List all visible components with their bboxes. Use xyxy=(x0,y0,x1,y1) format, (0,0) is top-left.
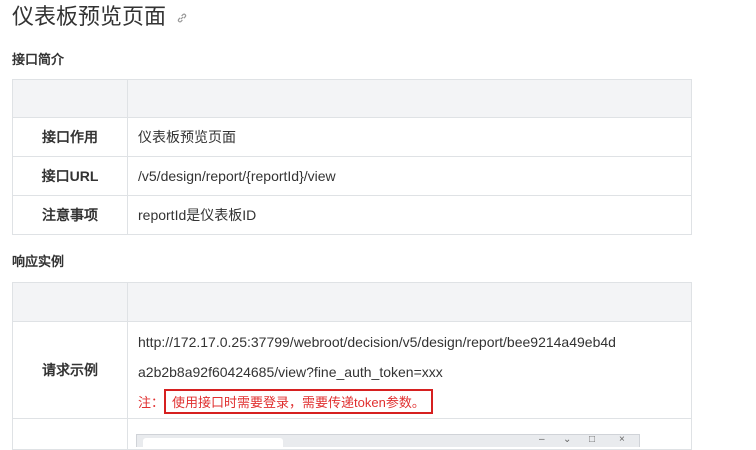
table-row: 接口作用 仪表板预览页面 xyxy=(12,117,692,157)
response-table: 请求示例 http://172.17.0.25:37799/webroot/de… xyxy=(12,282,692,450)
table-row: 接口URL /v5/design/report/{reportId}/view xyxy=(12,156,692,196)
table-header-row xyxy=(12,79,692,118)
embedded-browser-screenshot: – ⌄ □ × xyxy=(136,434,640,447)
request-url-line-2: a2b2b8a92f60424685/view?fine_auth_token=… xyxy=(138,363,443,380)
request-url-line-1: http://172.17.0.25:37799/webroot/decisio… xyxy=(138,333,616,350)
request-example-value: http://172.17.0.25:37799/webroot/decisio… xyxy=(127,321,692,419)
row-key: 注意事项 xyxy=(12,195,128,235)
browser-tab xyxy=(143,438,283,447)
maximize-icon: □ xyxy=(589,434,596,445)
intro-heading: 接口简介 xyxy=(12,52,65,67)
restore-icon: ⌄ xyxy=(563,434,572,445)
row-value: /v5/design/report/{reportId}/view xyxy=(127,156,692,196)
row-value: reportId是仪表板ID xyxy=(127,195,692,235)
table-row: 注意事项 reportId是仪表板ID xyxy=(12,195,692,235)
note-highlight-box: 使用接口时需要登录，需要传递token参数。 xyxy=(164,388,433,414)
close-icon: × xyxy=(619,434,625,445)
header-cell-key xyxy=(12,79,128,118)
row-key: 接口URL xyxy=(12,156,128,196)
intro-table: 接口作用 仪表板预览页面 接口URL /v5/design/report/{re… xyxy=(12,79,692,235)
header-cell-value xyxy=(127,79,692,118)
table-header-row xyxy=(12,282,692,322)
page-title: 仪表板预览页面 xyxy=(12,4,167,29)
response-heading: 响应实例 xyxy=(12,254,65,269)
table-row: 请求示例 http://172.17.0.25:37799/webroot/de… xyxy=(12,321,692,419)
login-note: 注： 使用接口时需要登录，需要传递token参数。 xyxy=(138,388,433,414)
row-key xyxy=(12,418,128,450)
note-prefix: 注： xyxy=(138,394,165,410)
header-cell-key xyxy=(12,282,128,322)
minimize-icon: – xyxy=(539,434,545,445)
link-icon[interactable] xyxy=(176,12,188,24)
row-key: 接口作用 xyxy=(12,117,128,157)
request-example-key: 请求示例 xyxy=(12,321,128,419)
row-value: 仪表板预览页面 xyxy=(127,117,692,157)
header-cell-value xyxy=(127,282,692,322)
